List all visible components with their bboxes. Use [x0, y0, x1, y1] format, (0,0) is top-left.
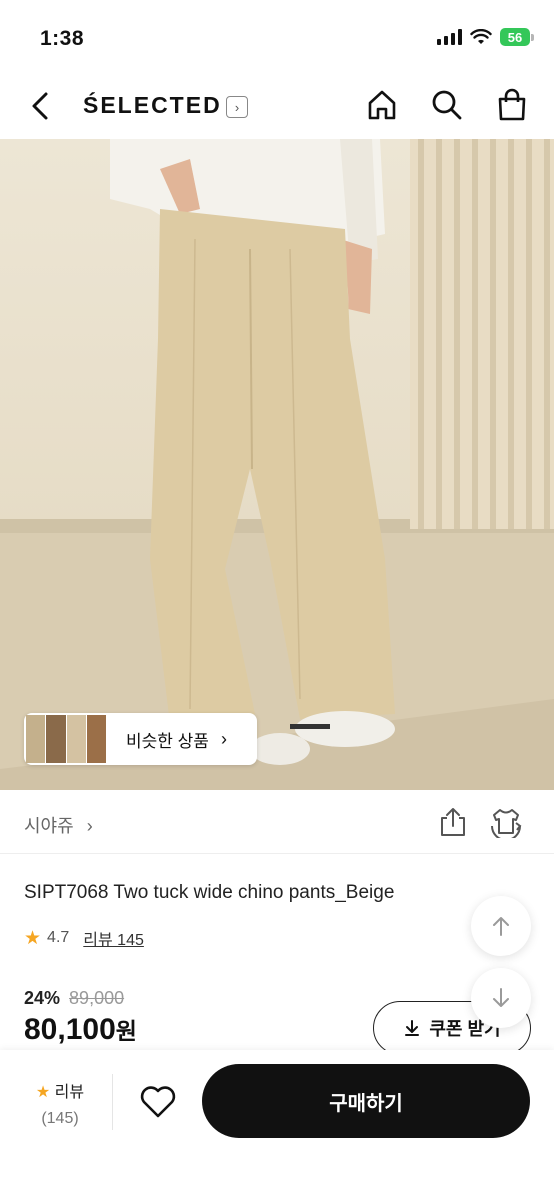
- product-image[interactable]: 비슷한 상품 ›: [0, 139, 554, 790]
- chevron-right-icon: ›: [86, 816, 93, 836]
- back-arrow-icon[interactable]: [26, 90, 56, 122]
- download-icon: [405, 1020, 420, 1036]
- scroll-top-button[interactable]: [471, 896, 531, 956]
- signal-icon: [437, 29, 462, 45]
- brand-chevron-icon[interactable]: ›: [226, 96, 248, 118]
- store-row: 시야쥬 ›: [0, 790, 554, 854]
- sale-price-value: 80,100: [24, 1013, 116, 1046]
- rating-value: 4.7: [47, 929, 70, 946]
- similar-products-label: 비슷한 상품: [126, 731, 209, 751]
- review-link[interactable]: 리뷰 145: [83, 926, 144, 950]
- status-bar: 1:38 56: [0, 0, 554, 72]
- similar-products-button[interactable]: 비슷한 상품 ›: [24, 713, 257, 765]
- sale-price: 80,100원: [24, 1012, 137, 1047]
- similar-products-thumbnail: [26, 715, 106, 763]
- share-icon[interactable]: [437, 806, 469, 838]
- battery-icon: 56: [500, 28, 534, 46]
- shopping-bag-icon[interactable]: [495, 88, 529, 122]
- original-price: 89,000: [69, 988, 125, 1008]
- discount-row: 24% 89,000: [24, 988, 124, 1009]
- star-icon: ★: [24, 927, 42, 949]
- store-name-link[interactable]: 시야쥬 ›: [24, 812, 93, 838]
- bottom-action-bar: ★ 리뷰 (145) 구매하기: [0, 1050, 554, 1200]
- review-summary-button[interactable]: ★ 리뷰 (145): [30, 1078, 90, 1128]
- discount-percent: 24%: [24, 988, 61, 1008]
- battery-level: 56: [500, 28, 530, 46]
- home-icon[interactable]: [365, 88, 399, 122]
- product-title: SIPT7068 Two tuck wide chino pants_Beige: [24, 882, 395, 903]
- search-icon[interactable]: [430, 88, 464, 122]
- product-photo: [0, 139, 554, 790]
- try-on-icon[interactable]: [490, 806, 522, 838]
- review-count: (145): [41, 1110, 79, 1127]
- brand-logo[interactable]: ŚELECTED: [83, 92, 222, 119]
- divider: [112, 1074, 113, 1130]
- scroll-down-button[interactable]: [471, 968, 531, 1028]
- arrow-up-icon: [493, 917, 509, 936]
- buy-button[interactable]: 구매하기: [202, 1064, 530, 1138]
- store-name: 시야쥬: [24, 816, 74, 836]
- review-label: 리뷰: [54, 1084, 85, 1101]
- wifi-icon: [470, 29, 492, 44]
- currency-label: 원: [115, 1018, 137, 1044]
- rating-row: ★ 4.7 리뷰 145: [24, 926, 144, 950]
- chevron-right-icon: ›: [220, 728, 227, 749]
- top-nav: ŚELECTED ›: [0, 72, 554, 140]
- star-icon: ★: [35, 1084, 51, 1101]
- status-time: 1:38: [40, 27, 85, 50]
- heart-icon[interactable]: [138, 1082, 178, 1122]
- arrow-down-icon: [493, 988, 509, 1007]
